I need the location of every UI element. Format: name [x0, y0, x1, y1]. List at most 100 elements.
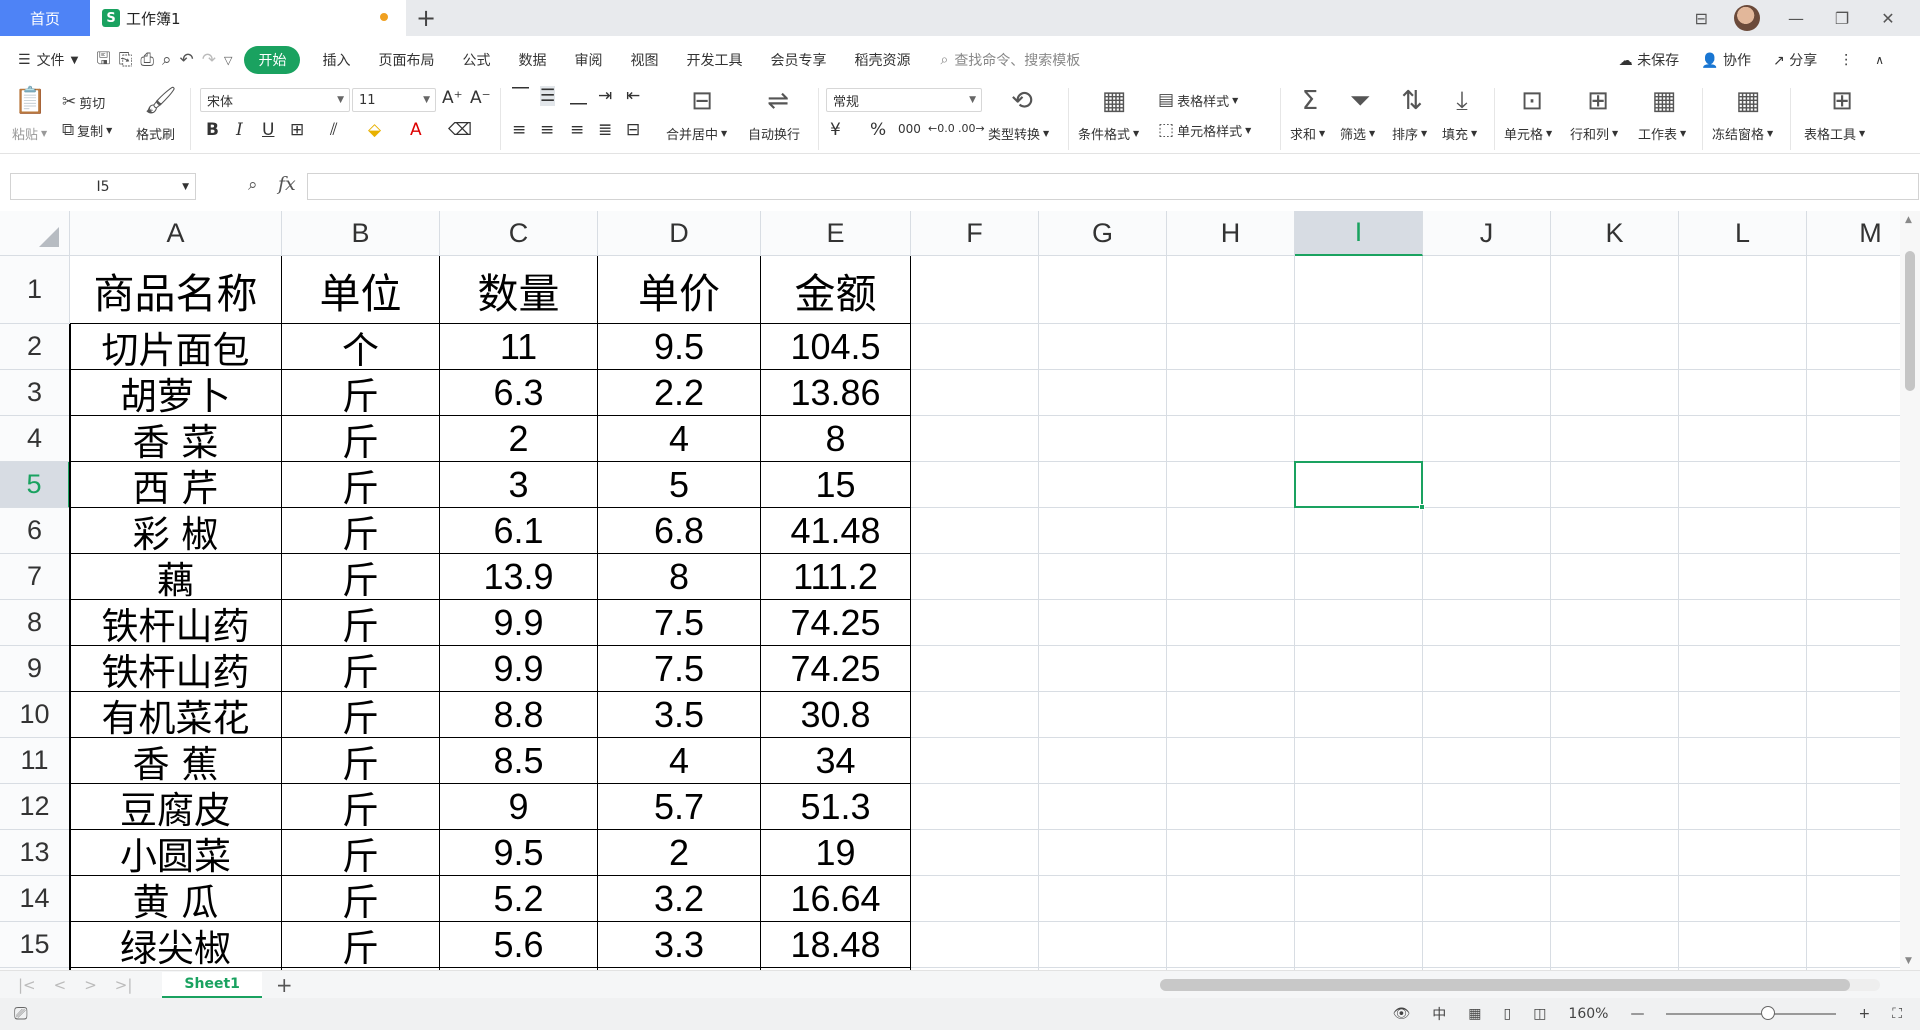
cell[interactable]: 胡萝卜: [70, 370, 282, 416]
cell[interactable]: [1295, 692, 1423, 738]
type-convert-button[interactable]: 类型转换 ▼: [988, 124, 1049, 143]
copy-button[interactable]: ⧉ 复制 ▼: [62, 120, 112, 140]
cell[interactable]: [1679, 876, 1807, 922]
cell[interactable]: 黄 瓜: [70, 876, 282, 922]
sheet-tab-sheet1[interactable]: Sheet1: [162, 971, 262, 998]
cell[interactable]: [1295, 738, 1423, 784]
cell[interactable]: 单位: [282, 256, 440, 324]
cell[interactable]: [1551, 646, 1679, 692]
cell[interactable]: [1295, 324, 1423, 370]
align-top-icon[interactable]: ⎺: [512, 86, 529, 106]
cell[interactable]: [1167, 600, 1295, 646]
tab-review[interactable]: 审阅: [560, 50, 616, 70]
cell[interactable]: [1295, 646, 1423, 692]
merge-center-button[interactable]: 合并居中 ▼: [666, 124, 727, 143]
row-header[interactable]: 8: [0, 600, 70, 646]
cell[interactable]: 9.9: [440, 646, 598, 692]
fill-color-icon[interactable]: ⬙: [368, 120, 381, 140]
tab-insert[interactable]: 插入: [308, 50, 364, 70]
cell[interactable]: [1039, 256, 1167, 324]
wrap-text-icon[interactable]: ⇌: [762, 86, 794, 116]
row-header[interactable]: 4: [0, 416, 70, 462]
row-header[interactable]: 15: [0, 922, 70, 968]
cell[interactable]: [1423, 256, 1551, 324]
sort-button[interactable]: 排序 ▼: [1392, 124, 1427, 143]
cell[interactable]: [1551, 370, 1679, 416]
cell[interactable]: 34: [761, 738, 911, 784]
cell[interactable]: [1167, 324, 1295, 370]
insert-function-button[interactable]: fx: [278, 173, 296, 195]
worksheet-icon[interactable]: ▦: [1648, 86, 1680, 116]
save-icon[interactable]: 🖫: [92, 46, 114, 75]
page-break-view-icon[interactable]: ◫: [1533, 1006, 1546, 1022]
cell[interactable]: 斤: [282, 646, 440, 692]
cell[interactable]: 104.5: [761, 324, 911, 370]
cell[interactable]: [911, 554, 1039, 600]
cell[interactable]: [1807, 508, 1900, 554]
italic-icon[interactable]: I: [236, 120, 243, 140]
cell[interactable]: [1807, 600, 1900, 646]
cell[interactable]: 5.2: [440, 876, 598, 922]
cell[interactable]: 9.9: [440, 600, 598, 646]
cell[interactable]: [1039, 784, 1167, 830]
sort-icon[interactable]: ⇅: [1396, 86, 1428, 116]
decrease-font-icon[interactable]: A⁻: [470, 88, 491, 108]
formula-input[interactable]: [307, 173, 1919, 200]
cell[interactable]: [1039, 692, 1167, 738]
cell[interactable]: 6.8: [598, 508, 761, 554]
cell[interactable]: [1679, 646, 1807, 692]
cell[interactable]: 51.3: [761, 784, 911, 830]
cell[interactable]: 3.3: [598, 922, 761, 968]
cell[interactable]: 9.5: [440, 830, 598, 876]
cell[interactable]: 6.1: [440, 508, 598, 554]
cell[interactable]: 4: [598, 738, 761, 784]
row-header[interactable]: 14: [0, 876, 70, 922]
cell[interactable]: [1423, 462, 1551, 508]
cell[interactable]: [1807, 738, 1900, 784]
cell[interactable]: 4: [598, 416, 761, 462]
cell[interactable]: 斤: [282, 830, 440, 876]
bold-icon[interactable]: B: [206, 120, 219, 140]
sum-icon[interactable]: Σ: [1294, 86, 1326, 116]
cell[interactable]: 8.8: [440, 692, 598, 738]
cell[interactable]: 3.2: [598, 876, 761, 922]
cell[interactable]: 8: [598, 554, 761, 600]
cell[interactable]: [911, 600, 1039, 646]
increase-font-icon[interactable]: A⁺: [442, 88, 463, 108]
cell[interactable]: 铁杆山药: [70, 600, 282, 646]
cell[interactable]: 香 菜: [70, 416, 282, 462]
cell[interactable]: 斤: [282, 370, 440, 416]
cell[interactable]: 斤: [282, 600, 440, 646]
cell[interactable]: [1423, 600, 1551, 646]
cell[interactable]: 30.8: [761, 692, 911, 738]
name-box[interactable]: I5 ▼: [10, 173, 196, 200]
column-header-d[interactable]: D: [598, 211, 761, 256]
cell[interactable]: 6.3: [440, 370, 598, 416]
indent-icon[interactable]: ⇥: [598, 86, 612, 106]
freeze-panes-button[interactable]: 冻结窗格 ▼: [1712, 124, 1773, 143]
font-size-select[interactable]: 11 ▼: [352, 88, 436, 112]
cell[interactable]: [911, 830, 1039, 876]
cell[interactable]: 15: [761, 462, 911, 508]
cell[interactable]: [1039, 324, 1167, 370]
align-right-icon[interactable]: ≡: [570, 120, 584, 140]
cell[interactable]: [911, 646, 1039, 692]
cell[interactable]: 斤: [282, 738, 440, 784]
restore-button[interactable]: ❐: [1832, 9, 1852, 28]
cell[interactable]: [1039, 462, 1167, 508]
cell[interactable]: 11: [440, 324, 598, 370]
cell[interactable]: 数量: [440, 256, 598, 324]
cell[interactable]: 斤: [282, 876, 440, 922]
cell[interactable]: [1807, 784, 1900, 830]
cell[interactable]: 斤: [282, 692, 440, 738]
decrease-decimal-icon[interactable]: .00→: [958, 122, 985, 135]
cell[interactable]: 9.5: [598, 324, 761, 370]
cell[interactable]: [1167, 646, 1295, 692]
cell[interactable]: [1551, 830, 1679, 876]
cell[interactable]: [1039, 876, 1167, 922]
zoom-lens-icon[interactable]: ⌕: [248, 175, 258, 195]
file-menu[interactable]: ☰ 文件 ▼: [0, 50, 92, 70]
cell[interactable]: 7.5: [598, 646, 761, 692]
cell[interactable]: [911, 324, 1039, 370]
export-icon[interactable]: ⎘: [115, 50, 137, 70]
